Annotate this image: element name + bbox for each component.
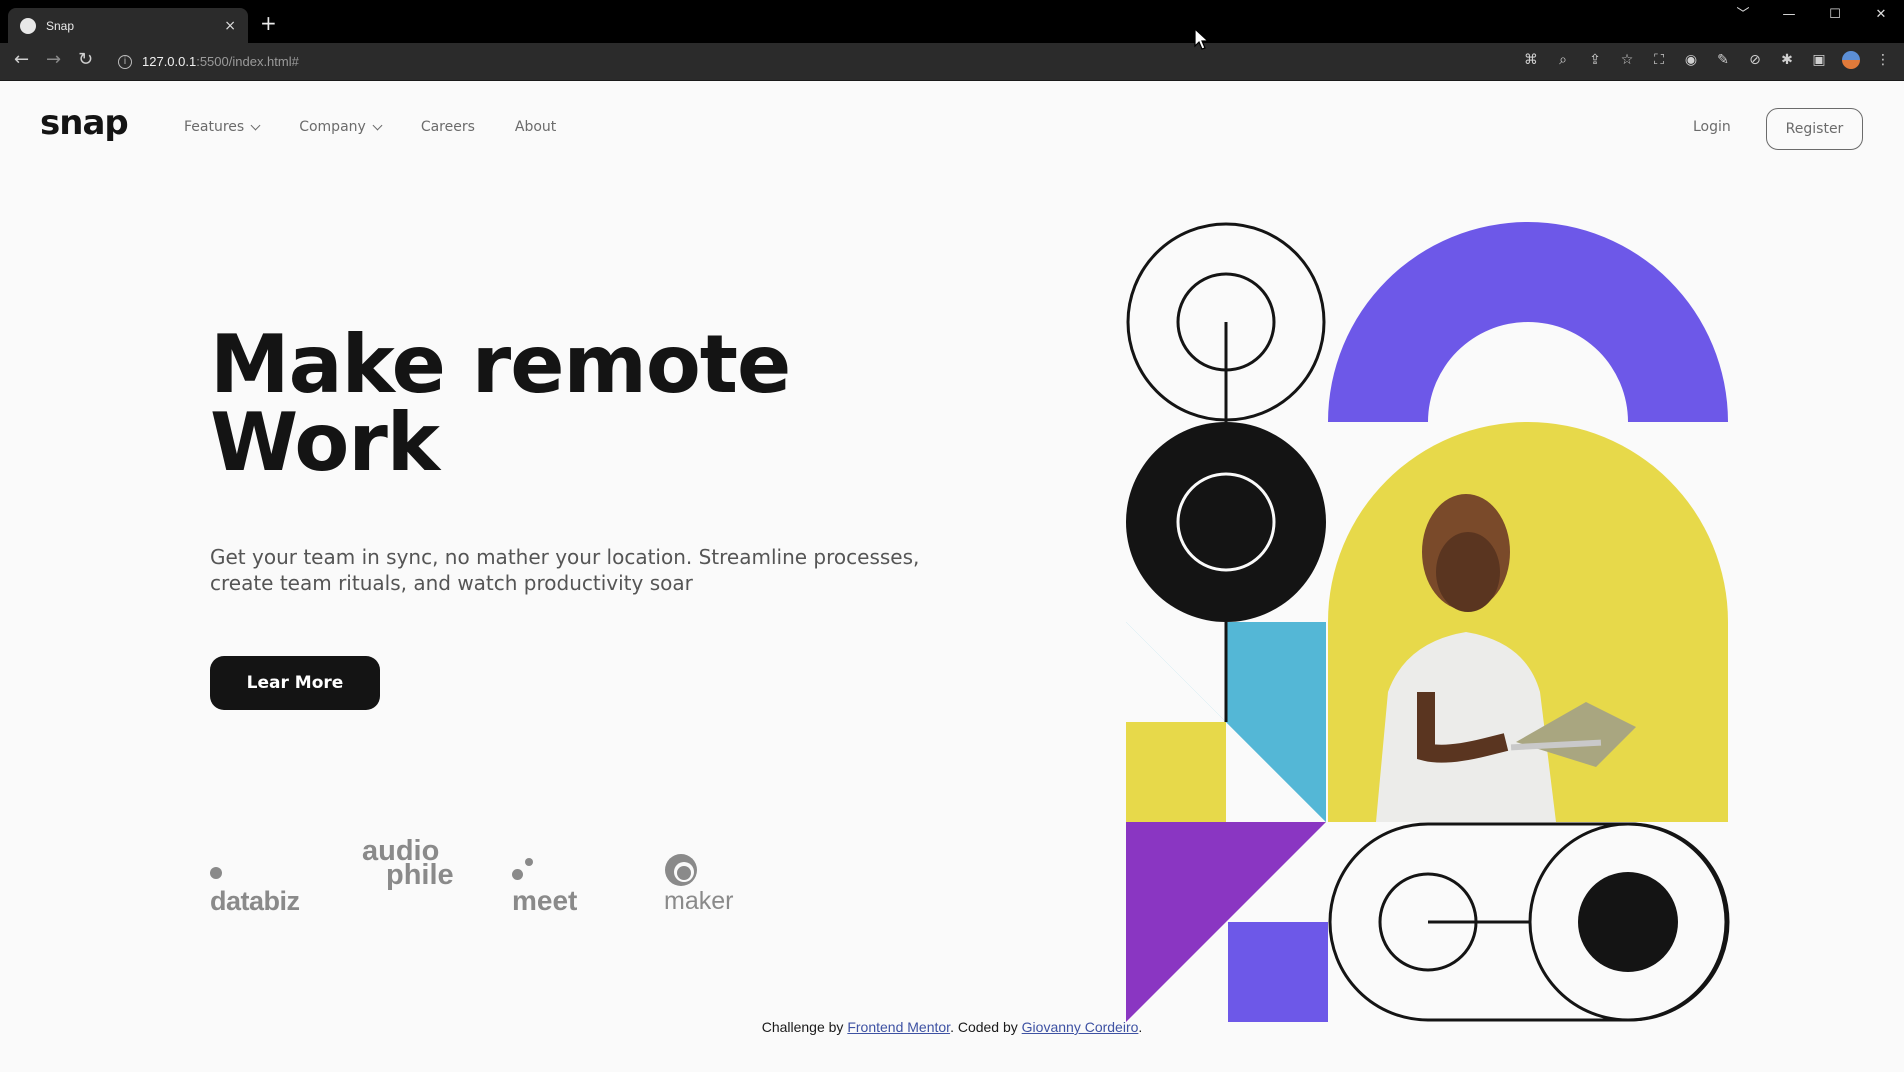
maker-swirl-icon <box>665 854 697 886</box>
meet-dot-small-icon <box>525 858 533 866</box>
nav-features[interactable]: Features <box>184 119 261 135</box>
footer-prefix: Challenge by <box>761 1019 848 1035</box>
compass-extension-icon[interactable]: ⊘ <box>1746 51 1764 69</box>
reload-icon[interactable]: ↻ <box>78 50 93 70</box>
purple-arch-shape <box>1328 222 1728 422</box>
address-bar[interactable]: i 127.0.0.1:5500/index.html# <box>112 48 1472 75</box>
url-path: :5500/index.html# <box>196 54 299 69</box>
browser-tab-bar: Snap × + ﹀ — ☐ ✕ <box>0 0 1904 43</box>
page: snap Features Company Careers About Logi… <box>0 81 1904 1072</box>
puzzle-extensions-icon[interactable]: ✱ <box>1778 51 1796 69</box>
pen-extension-icon[interactable]: ✎ <box>1714 51 1732 69</box>
mouse-cursor-icon <box>1194 28 1210 50</box>
new-tab-button[interactable]: + <box>260 13 277 33</box>
nav-careers[interactable]: Careers <box>421 119 475 135</box>
window-controls: ﹀ — ☐ ✕ <box>1720 0 1904 30</box>
maximize-button[interactable]: ☐ <box>1812 0 1858 30</box>
audiophile-logo: audio phile <box>362 837 454 890</box>
bookmark-star-icon[interactable]: ☆ <box>1618 51 1636 69</box>
databiz-logo: databiz <box>210 855 300 917</box>
chevron-down-icon <box>372 120 383 130</box>
hero-illustration <box>1126 222 1730 1022</box>
maker-text: maker <box>664 887 734 915</box>
hero-title: Make remote Work <box>210 325 791 483</box>
nav-label: About <box>514 119 557 135</box>
profile-avatar[interactable] <box>1842 51 1860 69</box>
zoom-icon[interactable]: ⌕ <box>1554 51 1572 69</box>
nav-about[interactable]: About <box>515 119 556 135</box>
toolbar-icons: ⌘ ⌕ ⇪ ☆ ⛶ ◉ ✎ ⊘ ✱ ▣ ⋮ <box>1522 51 1892 69</box>
minimize-button[interactable]: — <box>1766 0 1812 30</box>
side-panel-icon[interactable]: ▣ <box>1810 51 1828 69</box>
attribution-footer: Challenge by Frontend Mentor. Coded by G… <box>0 1019 1904 1035</box>
menu-kebab-icon[interactable]: ⋮ <box>1874 51 1892 69</box>
footer-middle: . Coded by <box>950 1019 1022 1035</box>
login-link[interactable]: Login <box>1693 119 1731 135</box>
hero-subtitle: Get your team in sync, no mather your lo… <box>210 545 920 595</box>
databiz-dot-icon <box>210 867 222 879</box>
translate-icon[interactable]: ⌘ <box>1522 51 1540 69</box>
chevron-down-icon <box>250 120 261 130</box>
ring-circle-shape <box>1126 222 1326 422</box>
frontend-mentor-link[interactable]: Frontend Mentor <box>847 1019 950 1035</box>
close-window-button[interactable]: ✕ <box>1858 0 1904 30</box>
learn-more-button[interactable]: Lear More <box>210 656 380 710</box>
screenshot-icon[interactable]: ⛶ <box>1650 51 1668 69</box>
close-tab-icon[interactable]: × <box>224 18 236 34</box>
hero-title-line2: Work <box>210 396 440 489</box>
person-photo <box>1328 422 1728 822</box>
purple-square-shape <box>1228 922 1328 1022</box>
meet-logo: meet <box>512 853 577 917</box>
snap-logo[interactable]: snap <box>40 103 129 143</box>
back-icon[interactable]: ← <box>14 50 29 70</box>
forward-icon[interactable]: → <box>46 50 61 70</box>
main-nav: Features Company Careers About <box>184 119 556 135</box>
tab-title: Snap <box>46 18 75 33</box>
register-button[interactable]: Register <box>1766 108 1863 150</box>
nav-label: Company <box>299 119 366 135</box>
site-info-icon[interactable]: i <box>118 54 132 69</box>
nav-label: Features <box>184 119 245 135</box>
footer-suffix: . <box>1138 1019 1143 1035</box>
databiz-text: databiz <box>210 886 300 916</box>
yellow-square-shape <box>1126 722 1226 822</box>
browser-tab[interactable]: Snap × <box>8 8 248 43</box>
meet-text: meet <box>512 885 578 916</box>
extension-mask-icon[interactable]: ◉ <box>1682 51 1700 69</box>
nav-label: Careers <box>420 119 475 135</box>
favicon-icon <box>20 17 36 34</box>
meet-dot-icon <box>512 869 523 880</box>
maker-logo: maker <box>664 853 733 916</box>
share-icon[interactable]: ⇪ <box>1586 51 1604 69</box>
author-link[interactable]: Giovanny Cordeiro <box>1022 1019 1139 1035</box>
url-host: 127.0.0.1 <box>142 54 197 69</box>
nav-company[interactable]: Company <box>299 119 383 135</box>
browser-toolbar: ← → ↻ i 127.0.0.1:5500/index.html# ⌘ ⌕ ⇪… <box>0 43 1904 81</box>
tab-search-icon[interactable]: ﹀ <box>1720 0 1766 30</box>
black-circle-shape <box>1126 422 1326 622</box>
capsule-shape <box>1328 822 1730 1022</box>
